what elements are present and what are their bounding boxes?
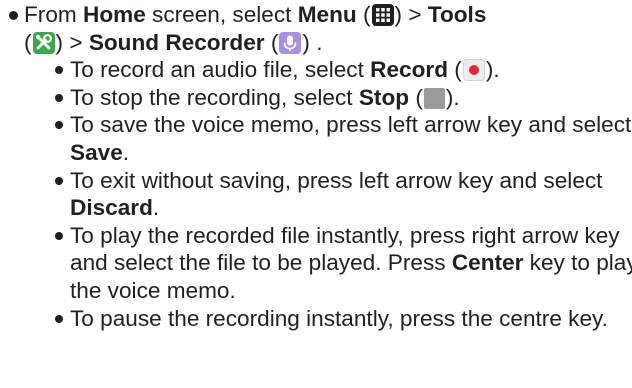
save-text: To save the voice memo, press left arrow… [70,112,632,138]
list-item-discard: To exit without saving, press left arrow… [24,167,632,222]
record-text: To record an audio file, select [70,57,371,83]
stop-icon [423,87,445,109]
bullet-dot [55,66,63,75]
sub-steps-list: To record an audio file, select Record (… [24,56,632,332]
record-label: Record [370,57,449,83]
bullet-dot [9,11,18,20]
menu-label: Menu [297,2,357,27]
step-text-5: ( [24,29,32,55]
step-text-8: ) . [302,29,323,55]
list-item-stop: To stop the recording, select Stop (). [24,84,632,112]
list-item-play: To play the recorded file instantly, pre… [24,222,632,305]
step-text-2: screen, select [145,2,298,27]
bullet-dot [55,231,63,240]
record-icon [462,59,485,82]
record-end: ). [485,57,500,83]
step-text-4: ) > [394,2,428,27]
discard-label: Discard [70,195,153,221]
discard-end: . [152,195,160,221]
pause-text: To pause the recording instantly, press … [70,305,608,331]
stop-text: To stop the recording, select [70,84,359,110]
tools-label: Tools [427,2,487,27]
record-paren: ( [448,57,462,83]
discard-text: To exit without saving, press left arrow… [70,167,603,193]
home-label: Home [83,2,146,27]
bullet-dot [55,93,63,102]
step-text-6: ) > [55,29,89,55]
instructions-document: From Home screen, select Menu ( ) > Tools… [0,0,632,388]
main-step: From Home screen, select Menu ( ) > Tools… [0,1,632,332]
step-text-7: ( [264,29,279,55]
list-item-pause: To pause the recording instantly, press … [24,305,632,333]
center-label: Center [451,250,524,276]
bullet-dot [55,121,63,130]
step-text-3: ( [356,2,371,27]
tools-icon [32,31,55,54]
stop-end: ). [445,84,460,110]
microphone-icon [279,31,302,54]
list-item-save: To save the voice memo, press left arrow… [24,111,632,166]
bullet-dot [55,176,63,185]
step-text-1: From [24,2,83,27]
stop-paren: ( [409,84,423,110]
menu-grid-icon [371,4,394,26]
list-item-record: To record an audio file, select Record (… [24,56,632,84]
save-end: . [122,139,130,165]
stop-label: Stop [358,84,410,110]
sound-recorder-label: Sound Recorder [88,29,265,55]
save-label: Save [70,139,123,165]
bullet-dot [55,314,63,323]
